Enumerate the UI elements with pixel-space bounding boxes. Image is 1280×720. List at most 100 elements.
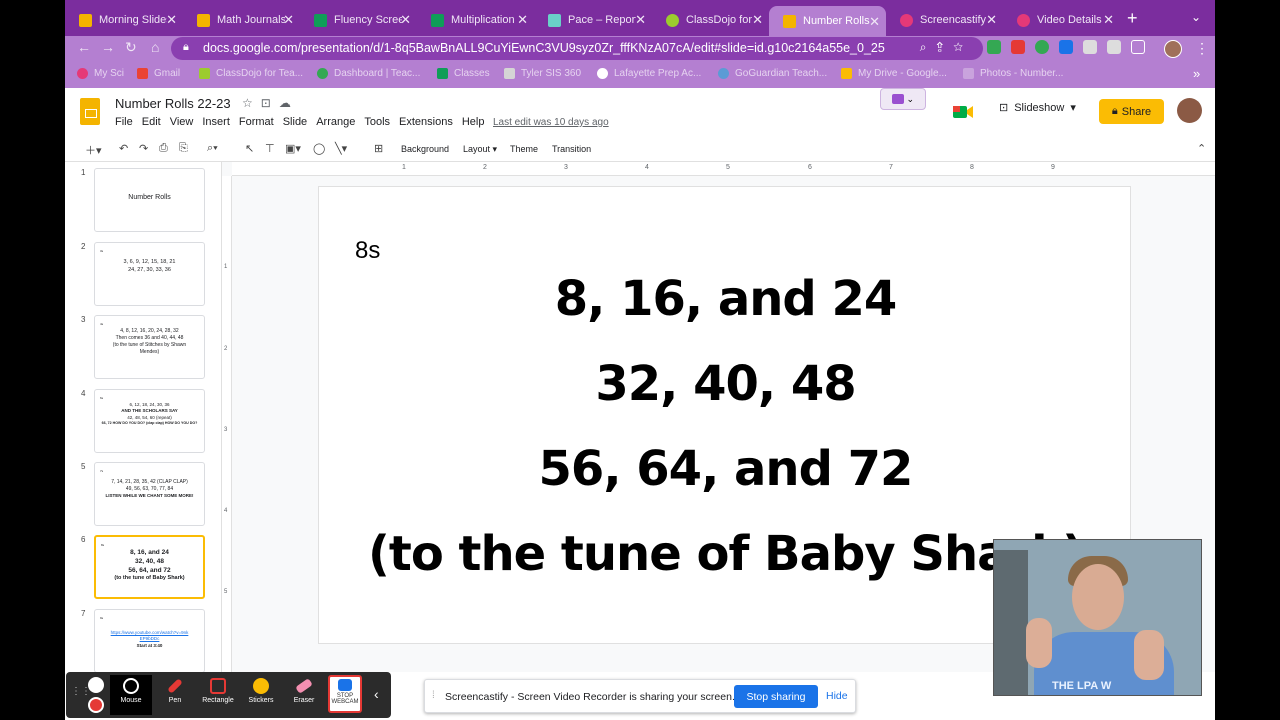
comment-icon[interactable]: ⊞ [374,142,383,155]
menu-tools[interactable]: Tools [364,116,390,128]
sidebar-icon[interactable] [1131,40,1145,54]
stop-sharing-button[interactable]: Stop sharing [734,685,818,708]
slide-thumbnail[interactable]: 7 9s https://www.youtube.com/watch?v=9nk… [65,603,222,673]
tab-video-details[interactable]: Video Details ✕ [1003,7,1120,33]
tab-math-journals[interactable]: Math Journals ✕ [183,7,300,33]
extension-icon[interactable] [1035,40,1049,54]
forward-icon[interactable]: → [101,39,115,55]
thumbnail-preview[interactable]: 7s 7, 14, 21, 28, 35, 42 (CLAP CLAP) 49,… [94,462,205,526]
new-slide-icon[interactable]: ＋▾ [85,142,102,158]
thumbnail-preview[interactable]: 6s 6, 12, 18, 24, 30, 36 AND THE SCHOLAR… [94,389,205,453]
stop-recording-icon[interactable] [88,697,104,713]
thumbnail-preview[interactable]: 9s https://www.youtube.com/watch?v=9nk E… [94,609,205,673]
menu-help[interactable]: Help [462,116,485,128]
select-icon[interactable]: ↖ [245,142,254,155]
thumbnail-preview[interactable]: 4s 4, 8, 12, 16, 20, 24, 28, 32 Then com… [94,315,205,379]
mouse-tool[interactable]: Mouse [110,675,152,715]
slide-text-line[interactable]: 56, 64, and 72 [319,441,1132,497]
menu-view[interactable]: View [170,116,194,128]
shape-icon[interactable]: ◯ [313,142,325,155]
slide-thumbnail[interactable]: 6 8s 8, 16, and 24 32, 40, 48 56, 64, an… [65,529,222,599]
share-button[interactable]: 🔒︎ Share [1099,99,1164,124]
extension-icon[interactable] [1059,40,1073,54]
chevron-down-icon[interactable]: ▾ [1070,101,1076,114]
slide-thumbnail[interactable]: 4 6s 6, 12, 18, 24, 30, 36 AND THE SCHOL… [65,383,222,453]
tab-pace-report[interactable]: Pace – Report ✕ [534,7,652,33]
bookmark-item[interactable]: Dashboard | Teac... [317,68,420,79]
redo-icon[interactable]: ↷ [139,142,148,155]
close-icon[interactable]: ✕ [517,12,528,28]
drag-handle-icon[interactable]: ⁞ [432,690,435,701]
more-icon[interactable]: ⋮ [1195,40,1209,57]
reload-icon[interactable]: ↻ [125,39,137,56]
floating-widget[interactable]: ⌄ [880,88,926,110]
line-icon[interactable]: ╲▾ [335,142,347,155]
document-title[interactable]: Number Rolls 22-23 [115,96,231,111]
tab-number-rolls[interactable]: Number Rolls ✕ [769,6,886,36]
tab-morning-slides[interactable]: Morning Slides ✕ [65,7,183,33]
collapse-icon[interactable]: ⌃ [1197,142,1206,155]
bookmark-item[interactable]: Lafayette Prep Ac... [597,68,701,79]
slide-thumbnail[interactable]: 2 3s 3, 6, 9, 12, 15, 18, 21 24, 27, 30,… [65,236,222,306]
slideshow-button[interactable]: ⊡ Slideshow ▾ [999,101,1076,115]
stickers-tool[interactable]: Stickers [240,678,282,704]
background-button[interactable]: Background [401,144,449,154]
rectangle-tool[interactable]: Rectangle [197,678,239,704]
menu-slide[interactable]: Slide [283,116,307,128]
thumbnail-preview[interactable]: Number Rolls [94,168,205,232]
bookmark-item[interactable]: Classes [437,68,490,79]
bookmark-item[interactable]: Gmail [137,68,180,79]
omnibox-actions[interactable]: ⌕⇪☆ [920,40,973,55]
chevron-down-icon[interactable]: ⌄ [1191,10,1201,24]
zoom-icon[interactable]: ⌕▾ [207,142,218,155]
chevron-left-icon[interactable]: ‹ [374,686,379,702]
bookmark-item[interactable]: My Drive - Google... [841,68,947,79]
stop-webcam-button[interactable]: STOP WEBCAM [328,675,362,713]
hide-button[interactable]: Hide [826,690,848,702]
close-icon[interactable]: ✕ [752,12,763,28]
menu-file[interactable]: File [115,116,133,128]
home-icon[interactable]: ⌂ [151,39,159,55]
tab-screencastify[interactable]: Screencastify ✕ [886,7,1003,33]
thumbnail-preview[interactable]: 3s 3, 6, 9, 12, 15, 18, 21 24, 27, 30, 3… [94,242,205,306]
bookmark-item[interactable]: GoGuardian Teach... [718,68,827,79]
last-edit-link[interactable]: Last edit was 10 days ago [493,117,609,128]
paint-format-icon[interactable]: ⎘ [179,142,188,155]
print-icon[interactable]: ⎙ [159,142,168,155]
textbox-icon[interactable]: ⊤ [265,142,275,155]
slides-logo-icon[interactable] [80,98,100,125]
bookmark-item[interactable]: Photos - Number... [963,68,1063,79]
slide-thumbnail[interactable]: 3 4s 4, 8, 12, 16, 20, 24, 28, 32 Then c… [65,309,222,379]
close-icon[interactable]: ✕ [869,14,880,30]
close-icon[interactable]: ✕ [1103,12,1114,28]
pen-tool[interactable]: Pen [154,678,196,704]
thumbnail-preview-selected[interactable]: 8s 8, 16, and 24 32, 40, 48 56, 64, and … [94,535,205,599]
address-bar[interactable]: 🔒︎ docs.google.com/presentation/d/1-8q5B… [171,37,983,60]
more-bookmarks-icon[interactable]: » [1193,66,1200,81]
menu-insert[interactable]: Insert [202,116,230,128]
slide-label[interactable]: 8s [355,237,380,265]
slide-thumbnail[interactable]: 5 7s 7, 14, 21, 28, 35, 42 (CLAP CLAP) 4… [65,456,222,526]
menu-arrange[interactable]: Arrange [316,116,355,128]
media-icon[interactable] [1107,40,1121,54]
close-icon[interactable]: ✕ [400,12,411,28]
meet-icon[interactable] [951,104,977,120]
menu-edit[interactable]: Edit [142,116,161,128]
profile-avatar[interactable] [1164,40,1182,58]
extension-icon[interactable] [1011,40,1025,54]
menu-extensions[interactable]: Extensions [399,116,453,128]
image-icon[interactable]: ▣▾ [285,142,301,155]
extension-icon[interactable] [987,40,1001,54]
slide-thumbnail[interactable]: 1 Number Rolls [65,162,222,232]
slide-text-line[interactable]: 32, 40, 48 [319,356,1132,412]
puzzle-icon[interactable] [1083,40,1097,54]
close-icon[interactable]: ✕ [986,12,997,28]
layout-button[interactable]: Layout ▾ [463,144,497,155]
pause-icon[interactable] [88,677,104,693]
webcam-overlay[interactable]: THE LPA W [993,539,1202,696]
bookmark-item[interactable]: Tyler SIS 360 [504,68,581,79]
transition-button[interactable]: Transition [552,144,591,154]
tab-multiplication[interactable]: Multiplication ✕ [417,7,534,33]
back-icon[interactable]: ← [77,39,91,55]
close-icon[interactable]: ✕ [283,12,294,28]
